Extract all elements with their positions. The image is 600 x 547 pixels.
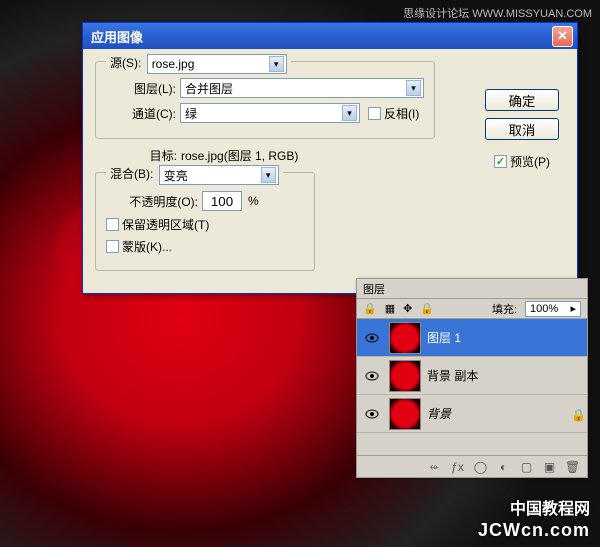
move-icon[interactable]: ✥: [403, 302, 412, 315]
lock-all-icon[interactable]: 🔒: [420, 302, 434, 315]
titlebar[interactable]: 应用图像 ✕: [83, 23, 577, 49]
checkbox-icon: [368, 107, 381, 120]
blend-label: 混合(B):: [110, 167, 153, 181]
dialog-title: 应用图像: [91, 27, 552, 46]
source-select[interactable]: rose.jpg ▾: [147, 54, 287, 74]
layer-name: 背景: [427, 405, 451, 422]
checkbox-icon: ✓: [494, 155, 507, 168]
chevron-down-icon: ▾: [261, 167, 276, 183]
new-layer-icon[interactable]: ▣: [543, 460, 556, 474]
mask-checkbox[interactable]: 蒙版(K)...: [106, 238, 304, 255]
preserve-trans-label: 保留透明区域(T): [122, 216, 209, 233]
layer-select[interactable]: 合并图层 ▾: [180, 78, 424, 98]
watermark-url: JCWcn.com: [478, 520, 590, 541]
layer-thumbnail[interactable]: [389, 360, 421, 392]
source-label: 源(S):: [110, 56, 141, 70]
channel-select[interactable]: 绿 ▾: [180, 103, 360, 123]
panel-toolbar: 🔒 ▦ ✥ 🔒 填充: 100% ▸: [357, 299, 587, 319]
source-value: rose.jpg: [152, 57, 195, 71]
panel-footer: ⬰ ƒx ◯ ◐ ▢ ▣ 🗑: [357, 455, 587, 477]
opacity-unit: %: [248, 194, 259, 208]
chevron-down-icon: ▾: [406, 80, 421, 96]
visibility-icon[interactable]: [361, 333, 383, 343]
watermark-top: 思缘设计论坛 WWW.MISSYUAN.COM: [403, 5, 592, 21]
layer-name: 图层 1: [427, 329, 461, 346]
checkbox-icon: [106, 240, 119, 253]
visibility-icon[interactable]: [361, 371, 383, 381]
preview-checkbox[interactable]: ✓ 预览(P): [494, 153, 550, 170]
channel-value: 绿: [185, 105, 197, 122]
lock-icon: 🔒: [571, 408, 583, 420]
chevron-right-icon: ▸: [570, 302, 576, 315]
checkbox-icon: [106, 218, 119, 231]
chevron-down-icon: ▾: [269, 56, 284, 72]
layer-name: 背景 副本: [427, 367, 478, 384]
trash-icon[interactable]: 🗑: [566, 460, 579, 474]
layer-row[interactable]: 背景 副本: [357, 357, 587, 395]
layer-label: 图层(L):: [106, 80, 176, 97]
layer-thumbnail[interactable]: [389, 398, 421, 430]
fill-select[interactable]: 100% ▸: [525, 301, 581, 317]
apply-image-dialog: 应用图像 ✕ 源(S): rose.jpg ▾ 图层(L): 合并图层 ▾ 通道…: [82, 22, 578, 294]
chevron-down-icon: ▾: [342, 105, 357, 121]
layer-row[interactable]: 图层 1: [357, 319, 587, 357]
channel-label: 通道(C):: [106, 105, 176, 122]
blend-value: 变亮: [164, 167, 188, 184]
visibility-icon[interactable]: [361, 409, 383, 419]
opacity-label: 不透明度(O):: [106, 193, 198, 210]
invert-label: 反相(I): [384, 105, 419, 122]
target-value: rose.jpg(图层 1, RGB): [181, 147, 298, 164]
cancel-button[interactable]: 取消: [485, 118, 559, 140]
invert-checkbox[interactable]: 反相(I): [368, 105, 419, 122]
layer-thumbnail[interactable]: [389, 322, 421, 354]
blend-select[interactable]: 变亮 ▾: [159, 165, 279, 185]
layer-value: 合并图层: [185, 80, 233, 97]
watermark-cn: 中国教程网: [510, 495, 590, 519]
adjust-icon[interactable]: ◐: [497, 460, 510, 474]
link-icon[interactable]: ⬰: [428, 459, 441, 474]
mask-icon[interactable]: ◯: [474, 460, 487, 474]
layers-panel: 图层 🔒 ▦ ✥ 🔒 填充: 100% ▸ 图层 1 背景 副本 背景 🔒 ⬰ …: [356, 278, 588, 478]
lock-icon[interactable]: 🔒: [363, 302, 377, 315]
layer-row[interactable]: 背景 🔒: [357, 395, 587, 433]
close-button[interactable]: ✕: [552, 26, 573, 47]
fill-value: 100%: [530, 303, 558, 315]
preview-label: 预览(P): [510, 153, 550, 170]
preserve-transparency-checkbox[interactable]: 保留透明区域(T): [106, 216, 304, 233]
tab-layers[interactable]: 图层: [363, 281, 385, 297]
folder-icon[interactable]: ▢: [520, 460, 533, 474]
opacity-input[interactable]: [202, 191, 242, 211]
square-icon[interactable]: ▦: [385, 302, 395, 315]
mask-label: 蒙版(K)...: [122, 238, 172, 255]
fx-icon[interactable]: ƒx: [451, 460, 464, 474]
fill-label: 填充:: [492, 301, 517, 317]
panel-tabs: 图层: [357, 279, 587, 299]
target-label: 目标:: [95, 147, 177, 164]
ok-button[interactable]: 确定: [485, 89, 559, 111]
